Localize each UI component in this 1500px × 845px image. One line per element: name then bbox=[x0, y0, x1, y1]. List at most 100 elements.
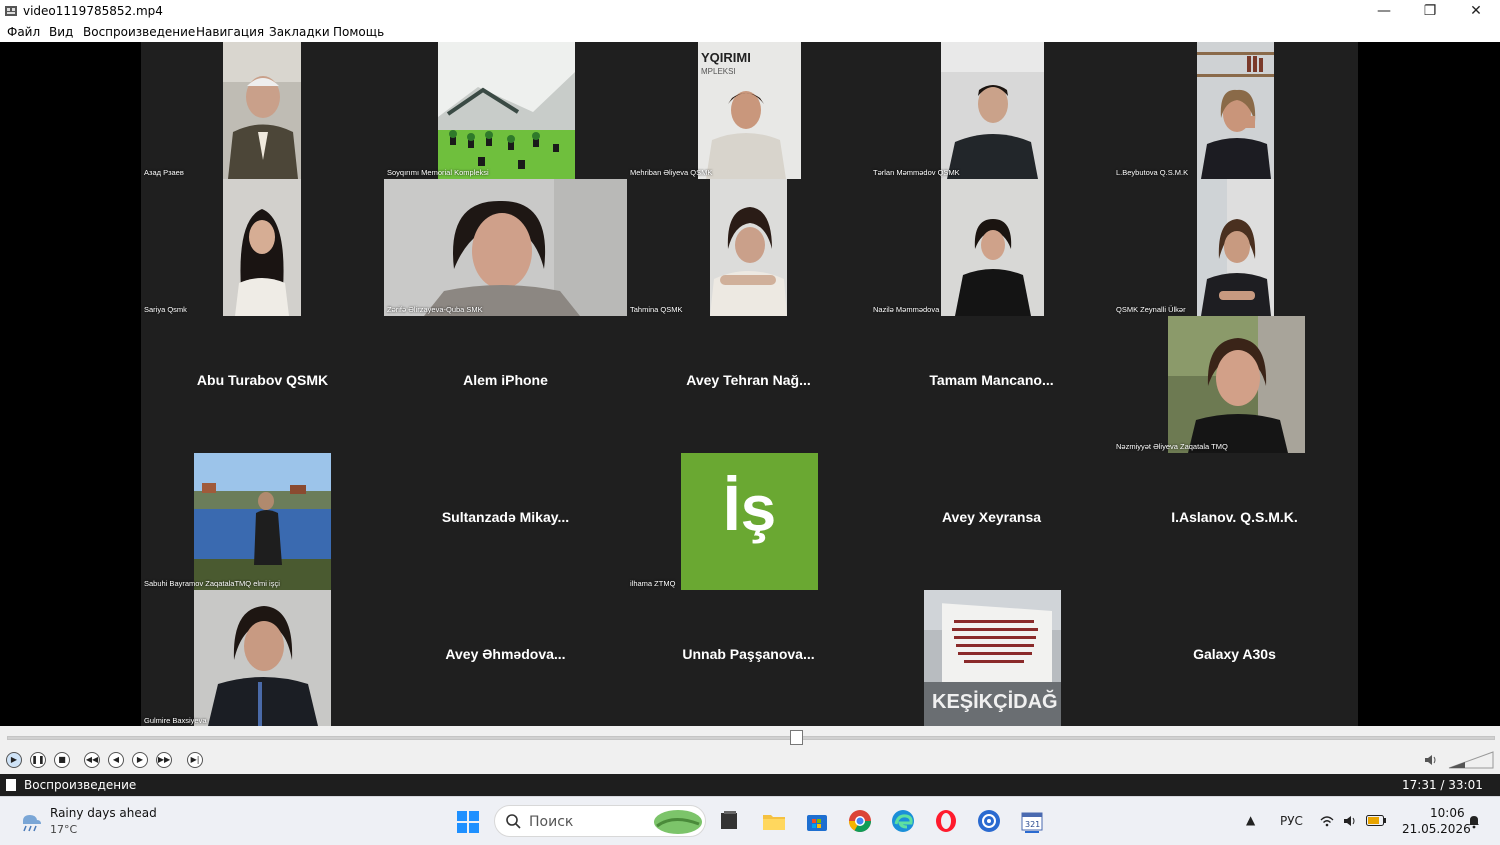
forward-icon[interactable]: ▶ bbox=[132, 752, 148, 768]
participant-tile: Soyqırımı Memorial Kompleksi bbox=[384, 42, 627, 179]
participant-tile: I.Aslanov. Q.S.M.K. bbox=[1113, 453, 1356, 590]
chevron-up-icon[interactable]: ▲ bbox=[1246, 813, 1255, 827]
participant-tile: QSMK Zeynalli Ülkər bbox=[1113, 179, 1356, 316]
menu-bar: Файл Вид Воспроизведение Навигация Закла… bbox=[0, 23, 1500, 43]
menu-view[interactable]: Вид bbox=[49, 25, 73, 39]
participant-video bbox=[223, 42, 301, 179]
participant-video bbox=[194, 453, 331, 590]
windows-start-icon[interactable] bbox=[456, 810, 480, 834]
clock-date[interactable]: 21.05.2026 bbox=[1402, 822, 1471, 836]
media-player-taskbar-icon[interactable]: 321 bbox=[1019, 808, 1045, 834]
backdrop-sign-text: MPLEKSI bbox=[701, 67, 736, 76]
participant-video bbox=[710, 179, 787, 316]
playback-time: 17:31 / 33:01 bbox=[1402, 778, 1483, 792]
search-highlight-image bbox=[654, 810, 702, 834]
participant-name: ilhama ZTMQ bbox=[630, 579, 676, 588]
participant-name: Tərlan Məmmədov QSMK bbox=[873, 168, 960, 177]
weather-title[interactable]: Rainy days ahead bbox=[50, 806, 157, 820]
participant-tile: Avey Xeyransa bbox=[870, 453, 1113, 590]
search-icon bbox=[506, 814, 521, 829]
seek-bar[interactable] bbox=[0, 726, 1500, 748]
opera-icon[interactable] bbox=[933, 808, 959, 834]
participant-name: Tamam Mancano... bbox=[929, 372, 1054, 388]
next-icon[interactable]: ▶▶ bbox=[156, 752, 172, 768]
participant-video bbox=[941, 179, 1044, 316]
rewind-icon[interactable]: ◀ bbox=[108, 752, 124, 768]
previous-icon[interactable]: ◀◀ bbox=[84, 752, 100, 768]
frame-step-icon[interactable]: ▶| bbox=[187, 752, 203, 768]
participant-tile: KEŞİKÇİDAĞ bbox=[870, 590, 1113, 727]
status-text: Воспроизведение bbox=[24, 778, 137, 792]
participant-tile: Азад Рзаев bbox=[141, 42, 384, 179]
menu-file[interactable]: Файл bbox=[7, 25, 40, 39]
participant-name: Nazilə Məmmədova bbox=[873, 305, 940, 314]
participant-name: Alem iPhone bbox=[463, 372, 548, 388]
status-icon bbox=[6, 779, 16, 791]
svg-text:321: 321 bbox=[1025, 820, 1040, 829]
menu-bookmarks[interactable]: Закладки bbox=[269, 25, 330, 39]
participant-name: Tahmina QSMK bbox=[630, 305, 683, 314]
participant-name: Sariya Qsmk bbox=[144, 305, 187, 314]
search-input[interactable]: Поиск bbox=[494, 805, 706, 837]
participant-tile: Nəzmiyyət Əliyeva Zaqatala TMQ bbox=[1113, 316, 1356, 453]
store-icon[interactable] bbox=[804, 808, 830, 834]
minimize-button[interactable]: — bbox=[1361, 0, 1407, 23]
folder-icon[interactable] bbox=[761, 808, 787, 834]
stop-icon[interactable]: ■ bbox=[54, 752, 70, 768]
file-explorer-dark-icon[interactable] bbox=[716, 808, 742, 834]
is-logo: İş bbox=[722, 472, 777, 544]
participant-tile: Sabuhi Bayramov ZaqatalaTMQ elmi işçi bbox=[141, 453, 384, 590]
wifi-icon[interactable] bbox=[1319, 813, 1335, 829]
seek-track[interactable] bbox=[7, 736, 1495, 740]
speaker-icon[interactable] bbox=[1423, 752, 1439, 768]
media-player-icon bbox=[5, 6, 17, 16]
participant-grid: Азад Рзаев Soyqırımı Memorial Kompleksi … bbox=[141, 42, 1358, 726]
participant-tile: Unnab Paşşanova... bbox=[627, 590, 870, 727]
notification-bell-icon[interactable] bbox=[1466, 813, 1482, 829]
play-icon[interactable]: ▶ bbox=[6, 752, 22, 768]
signal-app-icon[interactable] bbox=[976, 808, 1002, 834]
video-area[interactable]: Азад Рзаев Soyqırımı Memorial Kompleksi … bbox=[0, 42, 1500, 726]
menu-help[interactable]: Помощь bbox=[333, 25, 384, 39]
participant-tile: Tamam Mancano... bbox=[870, 316, 1113, 453]
participant-tile: Avey Əhmədova... bbox=[384, 590, 627, 727]
participant-video: YQIRIMI MPLEKSI bbox=[698, 42, 801, 179]
participant-name: QSMK Zeynalli Ülkər bbox=[1116, 305, 1186, 314]
battery-icon[interactable] bbox=[1366, 815, 1386, 826]
status-bar: Воспроизведение 17:31 / 33:01 bbox=[0, 774, 1500, 796]
title-bar: video1119785852.mp4 — ❐ ✕ bbox=[0, 0, 1500, 23]
pause-icon[interactable]: ❚❚ bbox=[30, 752, 46, 768]
participant-tile: Sultanzadə Mikay... bbox=[384, 453, 627, 590]
participant-video bbox=[223, 179, 301, 316]
participant-tile: YQIRIMI MPLEKSI Mehriban Əliyeva QSMK bbox=[627, 42, 870, 179]
participant-name: Mehriban Əliyeva QSMK bbox=[630, 168, 713, 177]
participant-tile: Avey Tehran Nağ... bbox=[627, 316, 870, 453]
search-placeholder: Поиск bbox=[529, 814, 574, 830]
participant-video bbox=[941, 42, 1044, 179]
participant-video: İş bbox=[681, 453, 818, 590]
participant-name: Avey Əhmədova... bbox=[445, 646, 566, 662]
seek-thumb[interactable] bbox=[790, 730, 804, 745]
participant-tile: L.Beybutova Q.S.M.K bbox=[1113, 42, 1356, 179]
menu-playback[interactable]: Воспроизведение bbox=[83, 25, 195, 39]
participant-video bbox=[194, 590, 331, 726]
participant-tile: Gulmire Baxsiyeva bbox=[141, 590, 384, 727]
participant-name: Sabuhi Bayramov ZaqatalaTMQ elmi işçi bbox=[144, 579, 280, 588]
maximize-button[interactable]: ❐ bbox=[1407, 0, 1453, 23]
participant-video bbox=[1197, 179, 1274, 316]
participant-name: Avey Xeyransa bbox=[941, 509, 1042, 525]
language-indicator[interactable]: РУС bbox=[1280, 814, 1303, 828]
participant-video bbox=[1197, 42, 1274, 179]
rain-cloud-icon[interactable] bbox=[18, 809, 44, 835]
participant-name: Nəzmiyyət Əliyeva Zaqatala TMQ bbox=[1116, 442, 1228, 451]
volume-icon[interactable] bbox=[1342, 813, 1358, 829]
edge-icon[interactable] bbox=[890, 808, 916, 834]
participant-name: L.Beybutova Q.S.M.K bbox=[1116, 168, 1189, 177]
participant-tile: Zərifə Əlirzayeva-Quba SMK bbox=[384, 179, 627, 316]
participant-video bbox=[438, 42, 575, 179]
volume-slider[interactable] bbox=[1447, 750, 1495, 770]
menu-navigation[interactable]: Навигация bbox=[196, 25, 264, 39]
clock-time[interactable]: 10:06 bbox=[1430, 806, 1465, 820]
close-button[interactable]: ✕ bbox=[1453, 0, 1499, 23]
chrome-icon[interactable] bbox=[847, 808, 873, 834]
